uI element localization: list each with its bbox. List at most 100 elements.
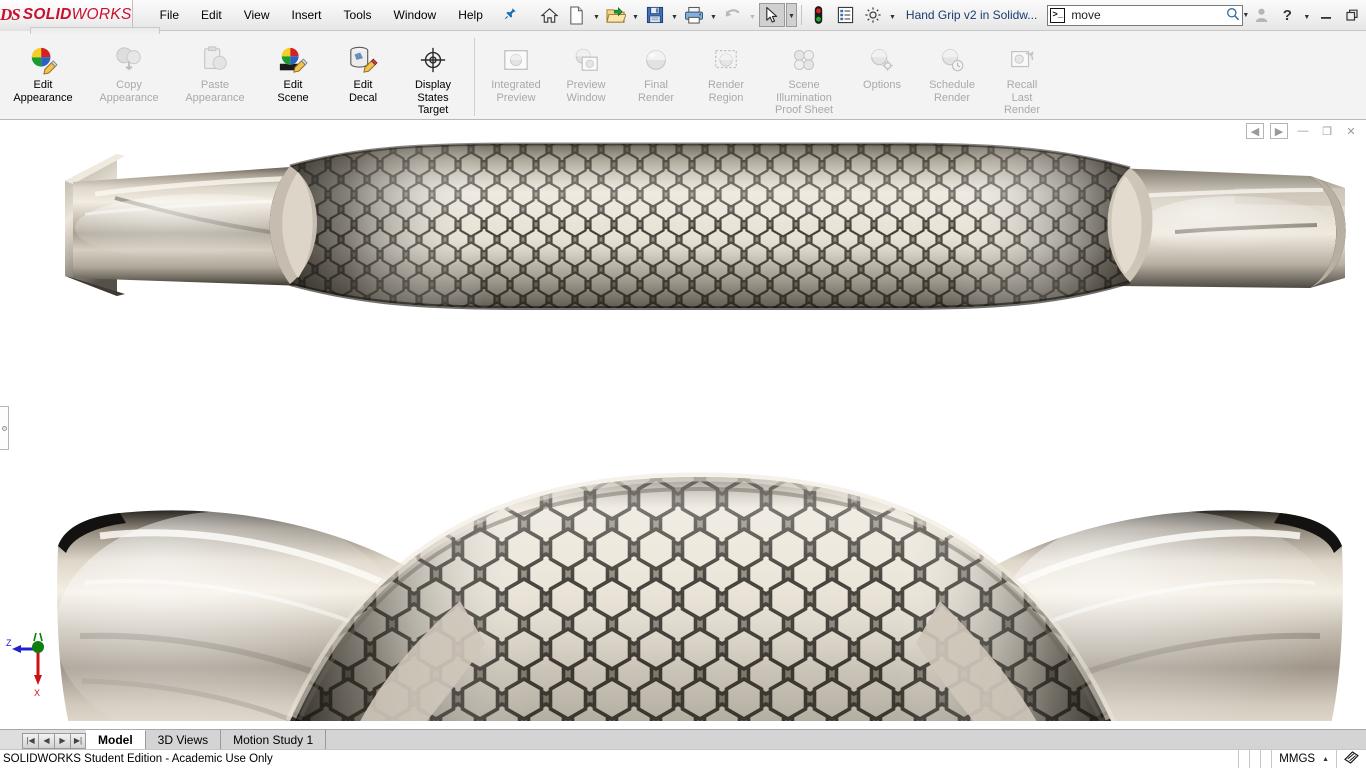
- user-account-icon[interactable]: [1249, 3, 1273, 27]
- recall-last-render-button[interactable]: Recall Last Render: [987, 38, 1057, 118]
- schedule-render-button[interactable]: Schedule Render: [917, 38, 987, 114]
- scene-illumination-proof-sheet-button[interactable]: Scene Illumination Proof Sheet: [761, 38, 847, 118]
- tab-model[interactable]: Model: [86, 730, 146, 749]
- units-caret-icon[interactable]: ▲: [1322, 756, 1329, 763]
- status-slot-3: [1260, 749, 1271, 768]
- render-group: Integrated Preview Preview Window Final …: [481, 38, 1057, 120]
- copy-appearance-icon: [113, 44, 145, 76]
- prev-tab-button[interactable]: ◀: [38, 732, 54, 749]
- label-line: Illumination: [776, 91, 832, 104]
- label-line: Options: [863, 79, 901, 91]
- undo-icon[interactable]: [720, 3, 746, 27]
- help-caret-icon[interactable]: ▼: [1301, 3, 1312, 27]
- search-icon[interactable]: [1226, 7, 1240, 24]
- options-caret-icon[interactable]: ▼: [887, 3, 898, 27]
- edit-decal-button[interactable]: Edit Decal: [328, 38, 398, 114]
- save-icon[interactable]: [642, 3, 668, 27]
- print-icon[interactable]: [681, 3, 707, 27]
- home-icon[interactable]: [537, 3, 563, 27]
- options-gear-icon[interactable]: [860, 3, 886, 27]
- status-slot-2: [1249, 749, 1260, 768]
- label-line: Render: [637, 91, 675, 104]
- edit-appearance-button[interactable]: Edit Appearance: [0, 38, 86, 114]
- preview-window-icon: [570, 44, 602, 76]
- copy-appearance-button[interactable]: Copy Appearance: [86, 38, 172, 114]
- status-units[interactable]: MMGS ▲: [1271, 749, 1336, 768]
- next-tab-button[interactable]: ▶: [54, 732, 70, 749]
- tab-bar-empty-area: [326, 730, 1366, 749]
- restore-doc-icon[interactable]: ❐: [1318, 123, 1336, 139]
- search-box[interactable]: >_ ▼: [1047, 4, 1249, 26]
- solidworks-logo[interactable]: DS SOLID WORKS: [0, 0, 133, 31]
- menu-item-help[interactable]: Help: [447, 4, 494, 26]
- search-input[interactable]: [1065, 8, 1227, 22]
- select-cursor-caret-icon[interactable]: ▼: [785, 3, 797, 27]
- search-caret-icon[interactable]: ▼: [1242, 12, 1249, 19]
- menu-item-window[interactable]: Window: [383, 4, 448, 26]
- pane-right-icon[interactable]: ▶: [1270, 123, 1288, 139]
- minimize-doc-icon[interactable]: —: [1294, 123, 1312, 139]
- hand-grip-straight-view[interactable]: [55, 136, 1355, 326]
- new-document-icon[interactable]: [564, 3, 590, 27]
- render-options-button[interactable]: Options: [847, 38, 917, 114]
- undo-caret-icon[interactable]: ▼: [747, 3, 758, 27]
- window-controls: ? ▼: [1249, 3, 1366, 27]
- edit-scene-button[interactable]: Edit Scene: [258, 38, 328, 114]
- render-region-button[interactable]: Render Region: [691, 38, 761, 114]
- schedule-render-label: Schedule Render: [917, 79, 987, 104]
- tab-motion-study-1[interactable]: Motion Study 1: [221, 730, 327, 749]
- close-doc-icon[interactable]: ✕: [1342, 123, 1360, 139]
- quick-access-toolbar: ▼ ▼ ▼ ▼ ▼ ▼ ▼: [537, 3, 898, 27]
- edit-document-icon: [1344, 751, 1359, 767]
- pushpin-icon[interactable]: [504, 7, 517, 23]
- open-folder-caret-icon[interactable]: ▼: [630, 3, 641, 27]
- tab-3d-views[interactable]: 3D Views: [145, 730, 222, 749]
- menu-item-file[interactable]: File: [149, 4, 190, 26]
- minimize-icon[interactable]: [1314, 3, 1338, 27]
- label-line: Copy: [116, 79, 142, 91]
- preview-window-button[interactable]: Preview Window: [551, 38, 621, 114]
- rebuild-traffic-icon[interactable]: [806, 3, 832, 27]
- edit-decal-icon: [347, 44, 379, 76]
- menu-item-edit[interactable]: Edit: [190, 4, 233, 26]
- file-properties-icon[interactable]: [833, 3, 859, 27]
- feature-manager-collapse-handle[interactable]: [0, 406, 9, 450]
- pane-left-icon[interactable]: ◀: [1246, 123, 1264, 139]
- status-bar: SOLIDWORKS Student Edition - Academic Us…: [0, 749, 1366, 768]
- label-line: Render: [707, 79, 745, 91]
- label-line: Window: [566, 91, 606, 104]
- open-folder-icon[interactable]: [603, 3, 629, 27]
- preview-window-label: Preview Window: [551, 79, 621, 104]
- hand-grip-curved-view[interactable]: [40, 351, 1360, 721]
- menu-item-view[interactable]: View: [233, 4, 281, 26]
- first-tab-button[interactable]: |◀: [22, 732, 38, 749]
- scene-illumination-proof-sheet-label: Scene Illumination Proof Sheet: [761, 79, 847, 117]
- final-render-button[interactable]: Final Render: [621, 38, 691, 114]
- label-line: Scene: [788, 79, 820, 91]
- logo-works-text: WORKS: [71, 6, 132, 23]
- menu-item-insert[interactable]: Insert: [281, 4, 333, 26]
- paste-appearance-button[interactable]: Paste Appearance: [172, 38, 258, 114]
- graphics-viewport[interactable]: ◀ ▶ — ❐ ✕ Z X: [0, 121, 1366, 729]
- last-tab-button[interactable]: ▶|: [70, 732, 86, 749]
- print-caret-icon[interactable]: ▼: [708, 3, 719, 27]
- integrated-preview-button[interactable]: Integrated Preview: [481, 38, 551, 114]
- final-render-icon: [640, 44, 672, 76]
- label-line: Final: [644, 79, 668, 91]
- edit-decal-label: Edit Decal: [328, 79, 398, 104]
- restore-icon[interactable]: [1340, 3, 1364, 27]
- status-edit-mode[interactable]: [1336, 749, 1366, 768]
- new-document-caret-icon[interactable]: ▼: [591, 3, 602, 27]
- triad-x-label: X: [34, 688, 40, 698]
- select-cursor-icon[interactable]: [758, 3, 785, 27]
- menu-item-tools[interactable]: Tools: [333, 4, 383, 26]
- label-line: Render: [1003, 104, 1041, 116]
- integrated-preview-label: Integrated Preview: [481, 79, 551, 104]
- toolbar-separator: [800, 5, 802, 25]
- label-line: Edit: [33, 79, 53, 91]
- tab-nav-buttons: |◀ ◀ ▶ ▶|: [22, 730, 86, 749]
- appearance-group: Edit Appearance Copy Appearance Paste Ap…: [0, 38, 468, 120]
- save-caret-icon[interactable]: ▼: [669, 3, 680, 27]
- display-states-target-button[interactable]: Display States Target: [398, 38, 468, 118]
- help-question-icon[interactable]: ?: [1275, 3, 1299, 27]
